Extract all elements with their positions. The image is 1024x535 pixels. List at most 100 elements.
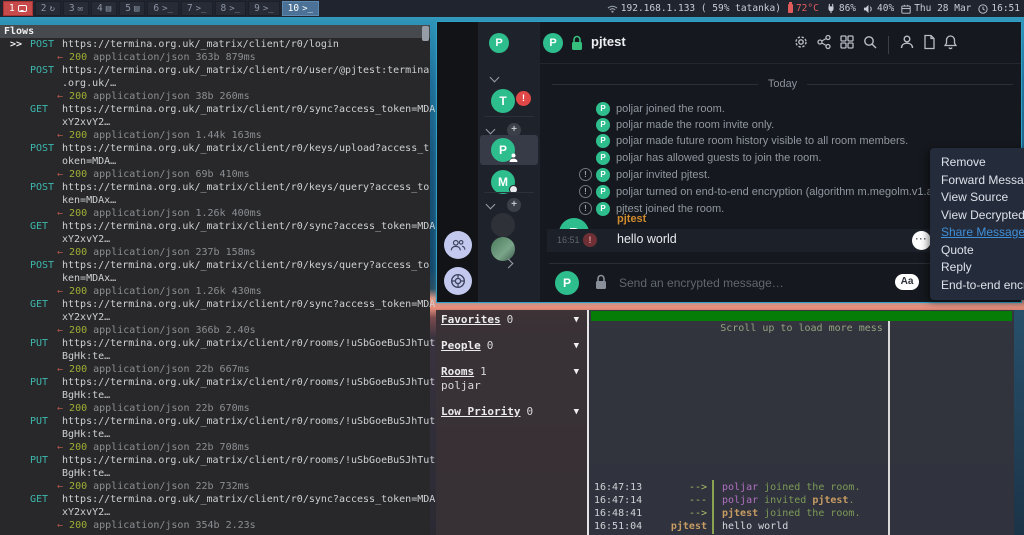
format-toggle-button[interactable]: Aa — [895, 274, 919, 290]
share-icon[interactable] — [816, 34, 832, 55]
room-list-item[interactable]: poljar — [441, 379, 481, 393]
flow-request[interactable]: POSThttps://termina.org.uk/_matrix/clien… — [0, 64, 430, 77]
workspace-5[interactable]: 5▤ — [119, 1, 145, 16]
workspace-4[interactable]: 4▤ — [91, 1, 117, 16]
flow-request[interactable]: GEThttps://termina.org.uk/_matrix/client… — [0, 298, 430, 311]
workspace-7[interactable]: 7>_ — [181, 1, 213, 16]
help-button[interactable] — [444, 267, 472, 295]
sidebar-separator[interactable] — [587, 310, 589, 535]
room-section-favorites[interactable]: Favorites0▼ — [441, 313, 581, 327]
load-more-banner[interactable] — [591, 311, 1012, 321]
volume-status: 40% — [863, 3, 894, 14]
flow-method: GET — [30, 220, 48, 233]
desktop: 12↻3✉4▤5▤6>_7>_8>_9>_10>_ 192.168.1.133 … — [0, 0, 1024, 535]
user-avatar[interactable]: P — [489, 33, 509, 53]
workspace-9[interactable]: 9>_ — [248, 1, 280, 16]
flow-request[interactable]: PUThttps://termina.org.uk/_matrix/client… — [0, 376, 430, 389]
menu-item-forward-message[interactable]: Forward Message — [930, 172, 1024, 190]
apps-grid-icon[interactable] — [839, 34, 855, 55]
response-code: 200 — [69, 325, 87, 336]
menu-item-reply[interactable]: Reply — [930, 259, 1024, 277]
settings-gear-icon[interactable] — [793, 34, 809, 55]
members-icon[interactable] — [899, 34, 915, 55]
room-section-people[interactable]: People0▼ — [441, 339, 581, 353]
workspace-number: 2 — [41, 3, 47, 14]
people-button[interactable] — [444, 231, 472, 259]
flow-request[interactable]: PUThttps://termina.org.uk/_matrix/client… — [0, 337, 430, 350]
chevron-right-icon[interactable] — [504, 259, 512, 267]
message-options-button[interactable]: ··· — [912, 231, 931, 250]
response-info: application/json 354b 2.23s — [87, 520, 256, 531]
date-divider: Today — [552, 78, 1013, 90]
event-avatar: P — [596, 185, 610, 199]
workspace-8[interactable]: 8>_ — [215, 1, 247, 16]
flow-response: ← 200 application/json 22b 670ms — [0, 402, 430, 415]
response-code: 200 — [69, 520, 87, 531]
collapse-triangle-icon[interactable]: ▼ — [574, 339, 579, 353]
menu-item-quote[interactable]: Quote — [930, 242, 1024, 260]
flow-url-continuation: xY2xvY2… — [0, 116, 430, 129]
room-section-rooms[interactable]: Rooms1▼ — [441, 365, 581, 379]
workspace-3[interactable]: 3✉ — [63, 1, 89, 16]
community-rail — [437, 22, 478, 302]
flow-request[interactable]: PUThttps://termina.org.uk/_matrix/client… — [0, 415, 430, 428]
flow-method: GET — [30, 298, 48, 311]
flow-request[interactable]: GEThttps://termina.org.uk/_matrix/client… — [0, 493, 430, 506]
flow-method: POST — [30, 259, 54, 272]
response-info: application/json 1.44k 163ms — [87, 130, 262, 141]
rail-room-avatar[interactable] — [491, 237, 515, 261]
log-segment: poljar — [722, 482, 758, 493]
flow-request[interactable]: POSThttps://termina.org.uk/_matrix/clien… — [0, 142, 430, 155]
composer-input[interactable]: Send an encrypted message… — [619, 276, 784, 290]
chevron-down-icon[interactable] — [486, 125, 494, 133]
add-room-button[interactable]: + — [507, 198, 521, 212]
composer-avatar[interactable]: P — [555, 271, 579, 295]
collapse-triangle-icon[interactable]: ▼ — [574, 405, 579, 419]
nicklist-separator[interactable] — [888, 321, 890, 535]
date-status: Thu 28 Mar — [901, 3, 971, 14]
chevron-down-icon[interactable] — [490, 73, 498, 81]
flow-request[interactable]: PUThttps://termina.org.uk/_matrix/client… — [0, 454, 430, 467]
flow-response: ← 200 application/json 1.26k 400ms — [0, 207, 430, 220]
workspace-2[interactable]: 2↻ — [35, 1, 61, 16]
section-count: 0 — [487, 339, 494, 352]
header-divider — [540, 63, 1021, 64]
log-segment: joined the room. — [758, 508, 860, 519]
workspace-6[interactable]: 6>_ — [147, 1, 179, 16]
notifications-bell-icon[interactable] — [943, 34, 958, 55]
files-icon[interactable] — [922, 34, 936, 55]
rail-room-avatar[interactable] — [491, 213, 515, 237]
collapse-triangle-icon[interactable]: ▼ — [574, 313, 579, 327]
collapse-triangle-icon[interactable]: ▼ — [574, 365, 579, 379]
response-arrow-icon: ← — [57, 208, 69, 219]
event-text: poljar made future room history visible … — [616, 135, 908, 147]
menu-item-remove[interactable]: Remove — [930, 154, 1024, 172]
flow-request[interactable]: POSThttps://termina.org.uk/_matrix/clien… — [0, 181, 430, 194]
status-bar: 192.168.1.133 ( 59% tatanka) 72°C 86% 40… — [607, 3, 1024, 14]
room-section-low-priority[interactable]: Low Priority0▼ — [441, 405, 581, 419]
flow-request[interactable]: GEThttps://termina.org.uk/_matrix/client… — [0, 220, 430, 233]
workspace-10[interactable]: 10>_ — [282, 1, 319, 16]
flow-request[interactable]: POSThttps://termina.org.uk/_matrix/clien… — [0, 259, 430, 272]
response-arrow-icon: ← — [57, 169, 69, 180]
chevron-down-icon[interactable] — [486, 200, 494, 208]
workspace-1[interactable]: 1 — [3, 1, 33, 16]
menu-item-view-source[interactable]: View Source — [930, 189, 1024, 207]
element-window: P T!+PM+ P pjtest Today !Ppoljar joined … — [436, 21, 1022, 303]
search-icon[interactable] — [862, 34, 878, 55]
log-timestamp: 16:47:13 — [594, 481, 642, 494]
response-info: application/json 22b 670ms — [87, 403, 250, 414]
flow-url-continuation: BgHk:te… — [0, 389, 430, 402]
menu-item-end-to-end-encry[interactable]: End-to-end encry — [930, 277, 1024, 295]
menu-item-view-decrypted-s[interactable]: View Decrypted S — [930, 207, 1024, 225]
flow-request[interactable]: GEThttps://termina.org.uk/_matrix/client… — [0, 103, 430, 116]
flow-url-continuation: ken=MDAx… — [0, 194, 430, 207]
log-message: hello world — [722, 520, 788, 533]
room-avatar[interactable]: P — [543, 33, 563, 53]
flow-url: https://termina.org.uk/_matrix/client/r0… — [62, 104, 435, 115]
flow-request[interactable]: >>POSThttps://termina.org.uk/_matrix/cli… — [0, 38, 430, 51]
temperature-text: 72°C — [796, 3, 819, 14]
rail-room-avatar[interactable]: T — [491, 89, 515, 113]
scrollbar-thumb[interactable] — [422, 26, 429, 41]
menu-item-share-message[interactable]: Share Message — [930, 224, 1024, 242]
